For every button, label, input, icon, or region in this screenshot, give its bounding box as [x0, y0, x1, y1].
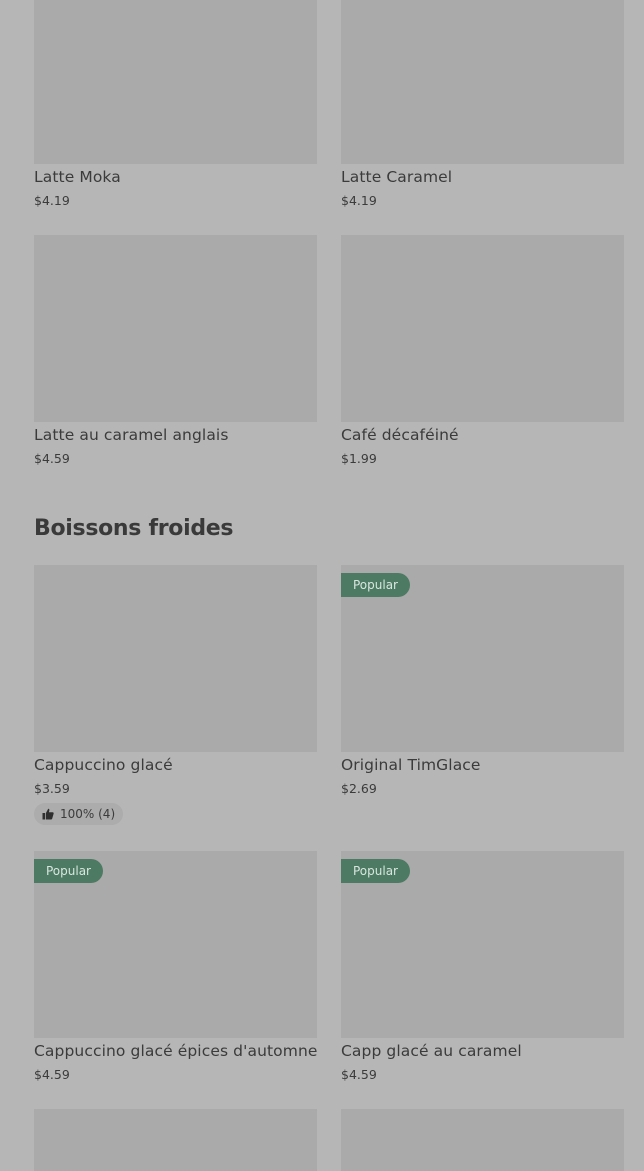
- menu-item-card[interactable]: Latte au caramel anglais $4.59: [34, 235, 317, 466]
- rating-text: 100% (4): [60, 807, 116, 821]
- menu-item-card[interactable]: Popular Capp glacé au caramel $4.59: [341, 851, 624, 1082]
- menu-item-card[interactable]: Popular Cappuccino glacé épices d'automn…: [34, 851, 317, 1082]
- popular-badge: Popular: [34, 859, 103, 883]
- thumbs-up-icon: [42, 808, 54, 820]
- menu-item-card[interactable]: Café décaféiné $1.99: [341, 235, 624, 466]
- item-image[interactable]: Popular: [34, 851, 317, 1038]
- item-image[interactable]: [34, 565, 317, 752]
- menu-item-card[interactable]: Latte Caramel $4.19: [341, 0, 624, 208]
- menu-item-card[interactable]: Cappuccino glacé $3.59 100% (4): [34, 565, 317, 825]
- item-name: Cappuccino glacé: [34, 756, 173, 774]
- item-name: Café décaféiné: [341, 426, 459, 444]
- menu-item-card[interactable]: [341, 1109, 624, 1171]
- item-name: Latte Caramel: [341, 168, 453, 186]
- menu-item-card[interactable]: [34, 1109, 317, 1171]
- rating-badge: 100% (4): [34, 803, 124, 825]
- item-image[interactable]: Popular: [341, 851, 624, 1038]
- item-name: Latte au caramel anglais: [34, 426, 229, 444]
- item-image[interactable]: [34, 1109, 317, 1171]
- item-name: Latte Moka: [34, 168, 121, 186]
- item-price: $4.59: [34, 1067, 70, 1082]
- item-price: $4.19: [34, 193, 70, 208]
- item-name: Cappuccino glacé épices d'automne: [34, 1042, 318, 1060]
- item-price: $3.59: [34, 781, 70, 796]
- item-image[interactable]: [34, 0, 317, 164]
- item-image[interactable]: [34, 235, 317, 422]
- menu-page: Latte Moka $4.19 Latte Caramel $4.19 Lat…: [0, 0, 644, 1171]
- item-image[interactable]: [341, 1109, 624, 1171]
- popular-badge: Popular: [341, 573, 410, 597]
- item-price: $2.69: [341, 781, 377, 796]
- item-image[interactable]: Popular: [341, 565, 624, 752]
- item-image[interactable]: [341, 235, 624, 422]
- item-image[interactable]: [341, 0, 624, 164]
- menu-item-card[interactable]: Latte Moka $4.19: [34, 0, 317, 208]
- section-title: Boissons froides: [34, 516, 234, 541]
- item-price: $1.99: [341, 451, 377, 466]
- menu-item-card[interactable]: Popular Original TimGlace $2.69: [341, 565, 624, 796]
- item-price: $4.59: [34, 451, 70, 466]
- item-name: Capp glacé au caramel: [341, 1042, 522, 1060]
- item-name: Original TimGlace: [341, 756, 481, 774]
- item-price: $4.59: [341, 1067, 377, 1082]
- popular-badge: Popular: [341, 859, 410, 883]
- item-price: $4.19: [341, 193, 377, 208]
